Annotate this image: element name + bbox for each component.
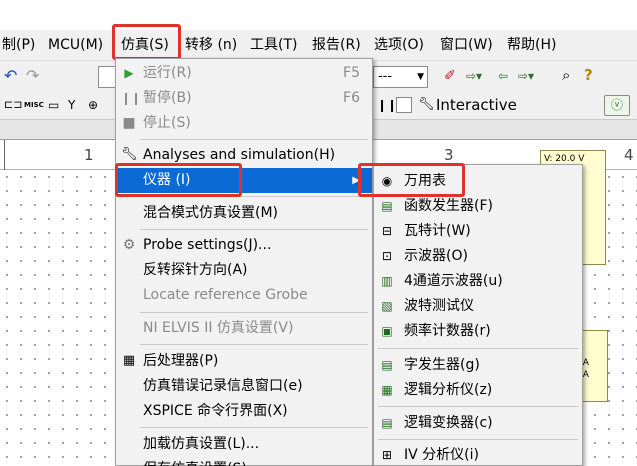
ruler-label: 3 <box>444 146 454 164</box>
menu-item-load-settings[interactable]: 加载仿真设置(L)... <box>116 432 372 457</box>
menu-separator <box>140 427 368 428</box>
calculator-icon: ▦ <box>122 353 136 368</box>
submenu-item-word-generator[interactable]: ▤ 字发生器(g) <box>374 353 582 378</box>
menu-item-xspice[interactable]: XSPICE 命令行界面(X) <box>116 399 372 424</box>
wrench-icon: 🔧︎ <box>418 97 435 112</box>
chevron-down-icon: ▼ <box>417 72 424 82</box>
probe-next-icon[interactable]: ⇨▾ <box>466 67 482 85</box>
level-combo-value: --- <box>378 69 393 84</box>
menu-separator <box>140 229 368 230</box>
menu-item-pause[interactable]: ❙❙ 暂停(B) F6 <box>116 86 372 111</box>
menu-separator <box>140 139 368 140</box>
logic-analyzer-icon: ▦ <box>381 383 393 397</box>
submenu-arrow-icon: ▶ <box>352 175 360 186</box>
submenu-item-wattmeter[interactable]: ⊟ 瓦特计(W) <box>374 219 582 244</box>
submenu-item-function-generator[interactable]: ▤ 函数发生器(F) <box>374 194 582 219</box>
menu-item-reverse-probe[interactable]: 反转探针方向(A) <box>116 258 372 283</box>
wattmeter-icon: ⊟ <box>381 224 393 238</box>
monitor-icon[interactable]: ▭ <box>48 96 59 114</box>
bode-plotter-icon: ▧ <box>381 299 393 313</box>
logic-converter-icon: ▤ <box>381 416 393 430</box>
oscilloscope-icon: ⊡ <box>381 249 393 263</box>
menu-item-probe-settings[interactable]: ⚙ Probe settings(J)... <box>116 233 372 258</box>
misc-icon[interactable]: MISC <box>24 96 44 114</box>
menu-separator <box>140 312 368 313</box>
stop-toggle-icon[interactable] <box>396 97 412 113</box>
menu-item-mixed-mode[interactable]: 混合模式仿真设置(M) <box>116 201 372 226</box>
menu-transfer[interactable]: 转移 (n) <box>185 30 237 60</box>
title-strip <box>0 0 637 30</box>
wrench-icon: 🔧︎ <box>121 147 138 162</box>
iv-analyzer-icon: ⊞ <box>381 448 393 462</box>
instruments-submenu: ◉ 万用表 ▤ 函数发生器(F) ⊟ 瓦特计(W) ⊡ 示波器(O) ▥ 4通道… <box>373 164 583 466</box>
simulate-menu: ▶ 运行(R) F5 ❙❙ 暂停(B) F6 ■ 停止(S) 🔧︎ Analys… <box>115 58 373 466</box>
level-combo[interactable]: --- ▼ <box>373 66 428 88</box>
interactive-label[interactable]: Interactive <box>436 95 517 115</box>
antenna-icon[interactable]: Y <box>68 96 75 114</box>
multimeter-icon: ◉ <box>381 174 393 188</box>
menu-help[interactable]: 帮助(H) <box>507 30 556 60</box>
submenu-item-iv-analyzer[interactable]: ⊞ IV 分析仪(i) <box>374 443 582 466</box>
menu-item-run[interactable]: ▶ 运行(R) F5 <box>116 61 372 86</box>
menu-mcu[interactable]: MCU(M) <box>48 30 103 60</box>
search-icon[interactable]: ⌕ <box>562 66 570 84</box>
gear-icon: ⚙ <box>122 237 136 253</box>
menu-item-stop[interactable]: ■ 停止(S) <box>116 111 372 136</box>
help-icon[interactable]: ? <box>584 66 593 84</box>
ruler-label: 1 <box>84 146 94 164</box>
pause-icon: ❙❙ <box>121 91 142 105</box>
component-combo-left[interactable] <box>98 66 116 88</box>
menu-item-analyses[interactable]: 🔧︎ Analyses and simulation(H) <box>116 143 372 168</box>
word-generator-icon: ▤ <box>381 358 393 372</box>
submenu-item-logic-converter[interactable]: ▤ 逻辑变换器(c) <box>374 411 582 436</box>
menu-separator <box>378 406 578 407</box>
probe-list-icon[interactable]: ⇨▾ <box>518 67 534 85</box>
menu-item-save-settings[interactable]: 保存仿真设置(S)... <box>116 457 372 466</box>
menu-simulate[interactable]: 仿真(S) <box>121 30 169 60</box>
menu-item-postprocessor[interactable]: ▦ 后处理器(P) <box>116 349 372 374</box>
menu-item-ni-elvis[interactable]: NI ELVIS II 仿真设置(V) <box>116 316 372 341</box>
play-icon: ▶ <box>124 66 134 80</box>
four-channel-oscilloscope-icon: ▥ <box>381 274 393 288</box>
submenu-item-bode-plotter[interactable]: ▧ 波特测试仪 <box>374 294 582 319</box>
menu-place[interactable]: 制(P) <box>2 30 35 60</box>
menu-separator <box>378 439 578 440</box>
pause-toggle-icon[interactable]: ❙❙ <box>377 96 397 114</box>
stop-icon: ■ <box>122 115 136 131</box>
submenu-item-frequency-counter[interactable]: ▣ 频率计数器(r) <box>374 319 582 344</box>
menu-reports[interactable]: 报告(R) <box>312 30 361 60</box>
redo-icon[interactable]: ↷ <box>26 67 39 85</box>
menu-window[interactable]: 窗口(W) <box>440 30 493 60</box>
menu-item-error-log[interactable]: 仿真错误记录信息窗口(e) <box>116 374 372 399</box>
function-generator-icon: ▤ <box>381 199 393 213</box>
menu-separator <box>140 344 368 345</box>
ruler-tick <box>4 140 5 170</box>
submenu-item-4ch-oscilloscope[interactable]: ▥ 4通道示波器(u) <box>374 269 582 294</box>
submenu-item-multimeter[interactable]: ◉ 万用表 <box>374 169 582 194</box>
probe-icon[interactable]: ✐ <box>444 67 456 85</box>
menu-item-locate-probe[interactable]: Locate reference Grobe <box>116 283 372 308</box>
menu-item-instruments[interactable]: 仪器 (I) ▶ <box>116 168 372 193</box>
menu-bar: 制(P) MCU(M) 仿真(S) 转移 (n) 工具(T) 报告(R) 选项(… <box>0 30 637 60</box>
undo-icon[interactable]: ↶ <box>4 67 17 85</box>
menu-tools[interactable]: 工具(T) <box>250 30 297 60</box>
frequency-counter-icon: ▣ <box>381 324 393 338</box>
probe-prev-icon[interactable]: ⇦ <box>498 67 508 85</box>
ruler-label: 4 <box>624 146 634 164</box>
submenu-item-logic-analyzer[interactable]: ▦ 逻辑分析仪(z) <box>374 378 582 403</box>
submenu-item-oscilloscope[interactable]: ⊡ 示波器(O) <box>374 244 582 269</box>
connector-icon[interactable]: ⊕ <box>88 96 98 114</box>
component-icon[interactable]: ⊏⊐ <box>4 96 22 114</box>
menu-separator <box>378 348 578 349</box>
menu-separator <box>140 196 368 197</box>
check-icon[interactable]: ⓥ <box>604 95 630 116</box>
menu-options[interactable]: 选项(O) <box>374 30 424 60</box>
